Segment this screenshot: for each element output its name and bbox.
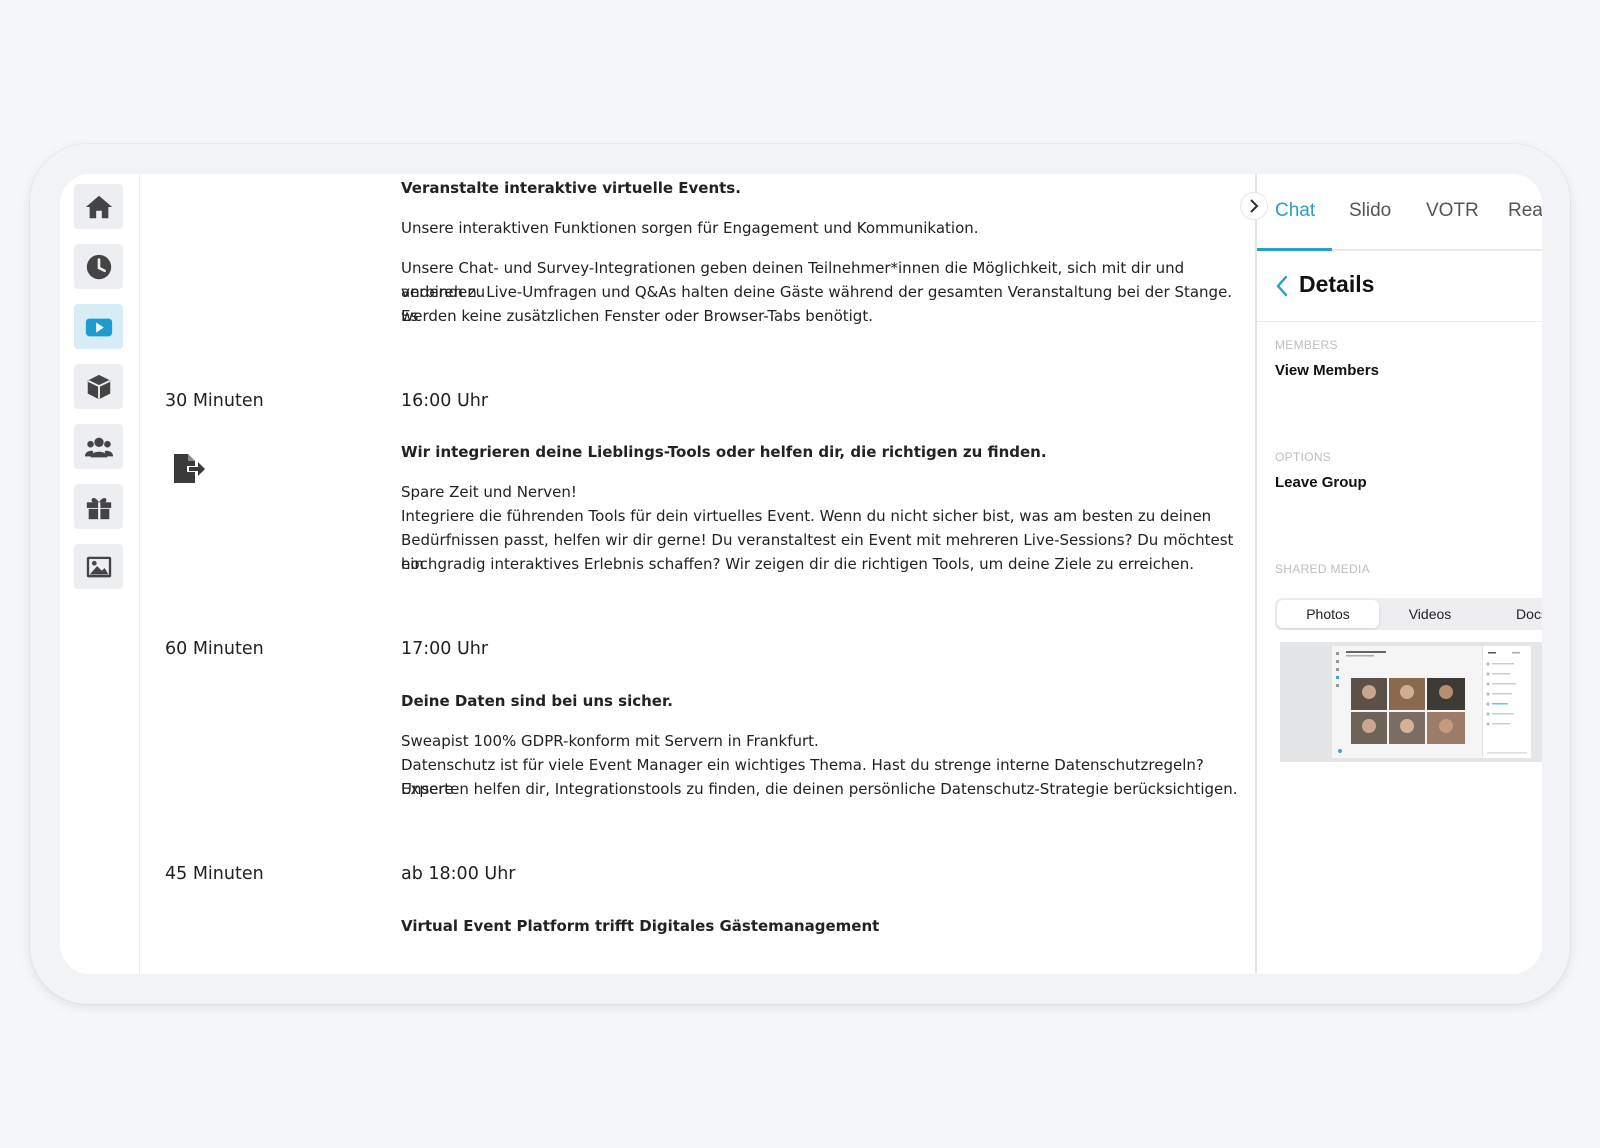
agenda-duration: 60 Minuten bbox=[165, 639, 264, 659]
image-icon bbox=[86, 556, 111, 577]
tab-chat[interactable]: Chat bbox=[1275, 200, 1315, 222]
agenda-duration: 45 Minuten bbox=[165, 864, 264, 884]
home-icon bbox=[85, 195, 112, 218]
sidebar-rail bbox=[60, 174, 140, 974]
details-title: Details bbox=[1299, 271, 1375, 297]
leave-group-link[interactable]: Leave Group bbox=[1275, 474, 1367, 491]
intro-paragraph-2-line-3: werden keine zusätzlichen Fenster oder B… bbox=[401, 307, 873, 325]
collapse-panel-button[interactable] bbox=[1240, 192, 1268, 220]
sidebar-item-gifts[interactable] bbox=[74, 484, 123, 529]
sidebar-item-booth[interactable] bbox=[74, 364, 123, 409]
agenda-time: 16:00 Uhr bbox=[401, 391, 489, 411]
sidebar-item-schedule[interactable] bbox=[74, 244, 123, 289]
tab-slido[interactable]: Slido bbox=[1349, 200, 1391, 222]
box-icon bbox=[87, 374, 110, 399]
media-tab-photos[interactable]: Photos bbox=[1277, 600, 1379, 628]
agenda-content: Veranstalte interaktive virtuelle Events… bbox=[140, 174, 1255, 974]
agenda-text-line: Integriere die führenden Tools für dein … bbox=[401, 507, 1212, 525]
sidebar-item-stage[interactable] bbox=[74, 304, 123, 349]
sidebar-item-people[interactable] bbox=[74, 424, 123, 469]
agenda-time: 17:00 Uhr bbox=[401, 639, 489, 659]
details-header: Details bbox=[1257, 252, 1542, 322]
agenda-time: ab 18:00 Uhr bbox=[401, 864, 516, 884]
chevron-right-icon bbox=[1250, 199, 1259, 213]
agenda-text-line: Sweapist 100% GDPR-konform mit Servern i… bbox=[401, 732, 819, 750]
agenda-duration: 30 Minuten bbox=[165, 391, 264, 411]
clock-icon bbox=[86, 254, 111, 279]
agenda-text-line: Spare Zeit und Nerven! bbox=[401, 483, 577, 501]
sidebar-item-gallery[interactable] bbox=[74, 544, 123, 589]
side-panel: Chat Slido VOTR Reactions Details MEMBER… bbox=[1255, 174, 1542, 974]
media-type-segmented-control: Photos Videos Docs bbox=[1275, 598, 1542, 630]
agenda-heading: Deine Daten sind bei uns sicher. bbox=[401, 692, 673, 710]
gift-icon bbox=[86, 497, 111, 519]
tab-votr[interactable]: VOTR bbox=[1426, 200, 1479, 222]
users-icon bbox=[84, 437, 113, 457]
view-members-link[interactable]: View Members bbox=[1275, 362, 1379, 379]
app-screen: Veranstalte interaktive virtuelle Events… bbox=[60, 174, 1542, 974]
active-tab-indicator bbox=[1257, 248, 1332, 251]
screenshot-thumbnail-image bbox=[1332, 646, 1531, 758]
panel-tabs: Chat Slido VOTR Reactions bbox=[1257, 174, 1542, 251]
intro-heading: Veranstalte interaktive virtuelle Events… bbox=[401, 179, 741, 197]
media-tab-videos[interactable]: Videos bbox=[1379, 600, 1481, 628]
agenda-heading: Wir integrieren deine Lieblings-Tools od… bbox=[401, 443, 1047, 461]
file-export-icon[interactable] bbox=[172, 453, 206, 485]
back-icon[interactable] bbox=[1275, 274, 1289, 298]
options-section-label: OPTIONS bbox=[1275, 450, 1332, 464]
media-tab-docs[interactable]: Docs bbox=[1481, 600, 1542, 628]
video-icon bbox=[85, 318, 112, 336]
agenda-heading: Virtual Event Platform trifft Digitales … bbox=[401, 917, 880, 935]
tab-reactions[interactable]: Reactions bbox=[1508, 200, 1542, 222]
shared-photo-thumbnail[interactable] bbox=[1280, 642, 1542, 762]
sidebar-item-home[interactable] bbox=[74, 184, 123, 229]
intro-paragraph-1: Unsere interaktiven Funktionen sorgen fü… bbox=[401, 219, 979, 237]
members-section-label: MEMBERS bbox=[1275, 338, 1338, 352]
agenda-text-line: hochgradig interaktives Erlebnis schaffe… bbox=[401, 555, 1195, 573]
shared-media-label: SHARED MEDIA bbox=[1275, 562, 1370, 576]
agenda-text-line: Experten helfen dir, Integrationstools z… bbox=[401, 780, 1238, 798]
